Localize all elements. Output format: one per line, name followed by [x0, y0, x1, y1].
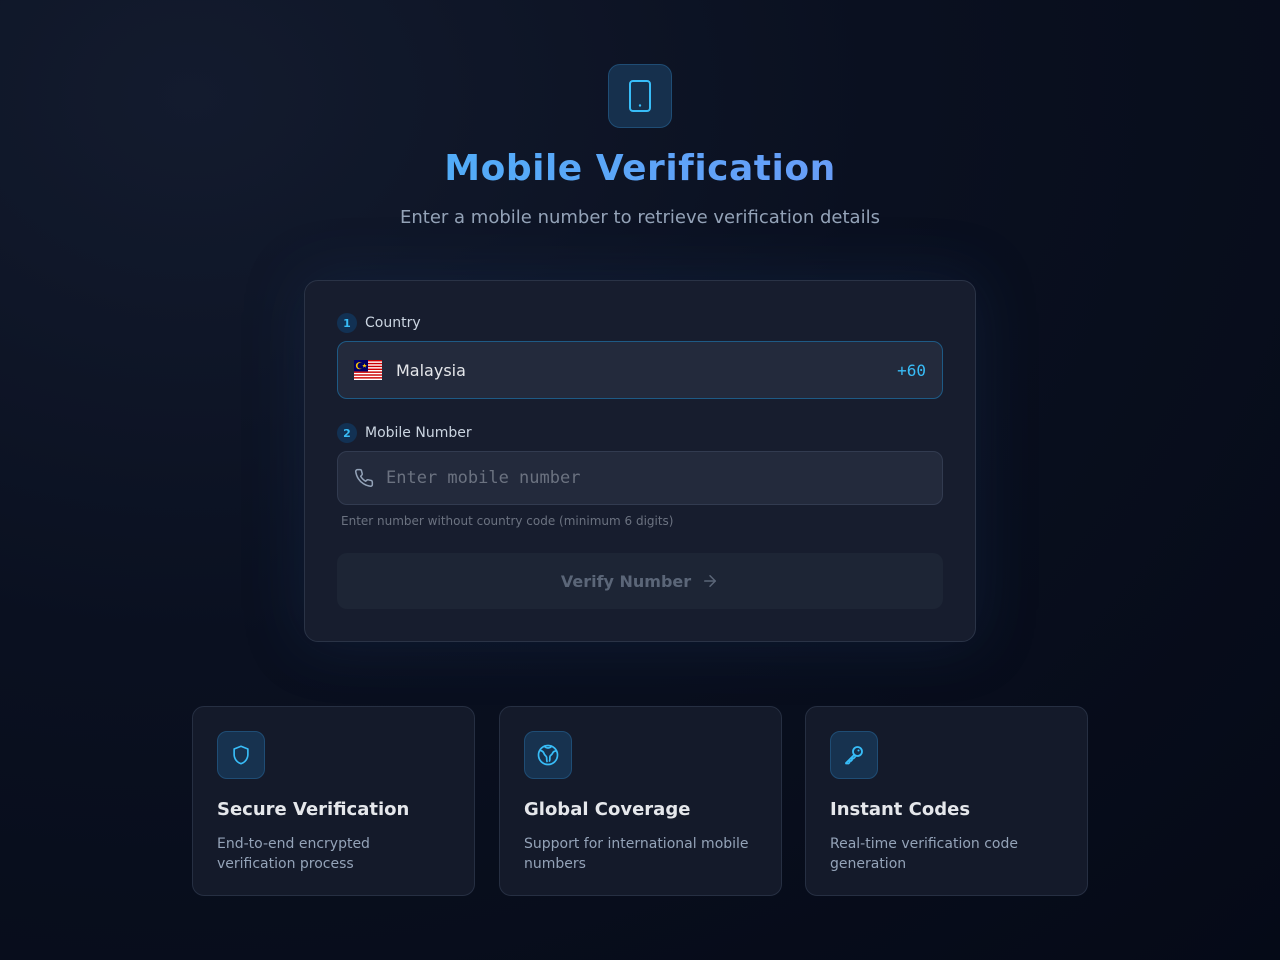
- arrow-right-icon: [701, 572, 719, 590]
- feature-card-global: Global Coverage Support for internationa…: [499, 706, 782, 896]
- country-label: 1 Country: [337, 313, 421, 333]
- mobile-label: 2 Mobile Number: [337, 423, 472, 443]
- page-title: Mobile Verification: [0, 148, 1280, 189]
- smartphone-icon: [608, 64, 672, 128]
- feature-description: Support for international mobile numbers: [524, 836, 749, 872]
- feature-description: Real-time verification code generation: [830, 836, 1018, 872]
- feature-description: End-to-end encrypted verification proces…: [217, 836, 370, 872]
- mobile-label-text: Mobile Number: [365, 425, 472, 441]
- verify-number-button[interactable]: Verify Number: [337, 553, 943, 609]
- page-subtitle: Enter a mobile number to retrieve verifi…: [400, 207, 880, 228]
- selected-country: Malaysia: [396, 360, 466, 380]
- key-icon: [830, 731, 878, 779]
- feature-title: Secure Verification: [217, 799, 410, 820]
- dial-code: +60: [897, 360, 926, 380]
- feature-title: Instant Codes: [830, 799, 971, 820]
- feature-title: Global Coverage: [524, 799, 691, 820]
- phone-icon: [354, 468, 374, 488]
- country-label-text: Country: [365, 315, 421, 331]
- feature-card-instant: Instant Codes Real-time verification cod…: [805, 706, 1088, 896]
- mobile-hint: Enter number without country code (minim…: [341, 514, 674, 528]
- verify-button-label: Verify Number: [560, 571, 692, 591]
- malaysia-flag-icon: [354, 360, 382, 380]
- globe-icon: [524, 731, 572, 779]
- feature-card-secure: Secure Verification End-to-end encrypted…: [192, 706, 475, 896]
- mobile-number-input[interactable]: [386, 468, 926, 488]
- step-badge-1: 1: [337, 313, 357, 333]
- country-select[interactable]: Malaysia +60: [337, 341, 943, 399]
- shield-icon: [217, 731, 265, 779]
- step-badge-2: 2: [337, 423, 357, 443]
- mobile-field[interactable]: [337, 451, 943, 505]
- verification-form: 1 Country Malaysia +60 2 Mobile Number E…: [304, 280, 976, 642]
